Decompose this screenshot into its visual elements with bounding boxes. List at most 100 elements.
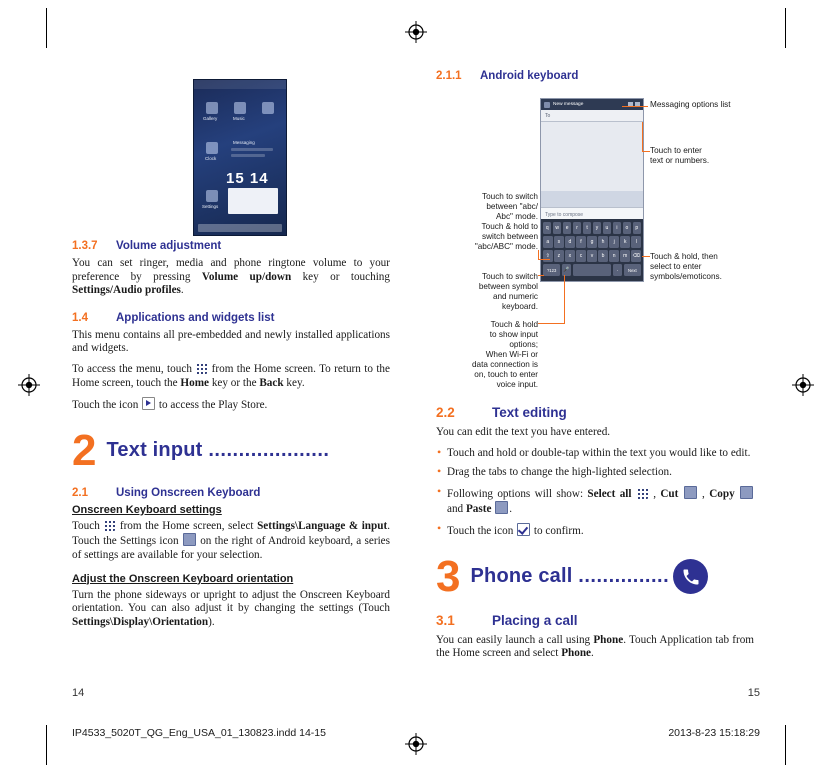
- chapter-title: Text input ....................: [106, 439, 330, 462]
- leader-symbol-numeric: [538, 275, 544, 276]
- heading-number: 2.2: [436, 405, 455, 420]
- play-store-icon: [142, 397, 156, 411]
- bullet-item: Drag the tabs to change the high-lighted…: [436, 465, 754, 480]
- key[interactable]: f: [576, 236, 586, 248]
- leader-enter-text: [642, 151, 650, 152]
- left-column: 1.3.7 Volume adjustment You can set ring…: [72, 70, 390, 636]
- phone-handset-icon: [673, 559, 709, 595]
- mock-to-field[interactable]: To: [541, 110, 643, 122]
- crop-mark-top-right: [785, 8, 786, 48]
- leader-input-options-v: [564, 275, 565, 324]
- bullet-prefix: Following options will show:: [447, 487, 588, 500]
- key[interactable]: x: [565, 250, 575, 262]
- footer-filename: IP4533_5020T_QG_Eng_USA_01_130823.indd 1…: [72, 727, 326, 739]
- subhead-keyboard-orientation: Adjust the Onscreen Keyboard orientation: [72, 572, 294, 585]
- mock-to-label: To: [545, 113, 551, 119]
- chapter-3-heading: 3 Phone call ...............: [436, 551, 754, 601]
- heading-2-1-1: 2.1.1 Android keyboard: [436, 70, 754, 82]
- bullet-conj: and: [447, 503, 466, 516]
- heading-number: 3.1: [436, 612, 455, 628]
- chapter-number: 2: [72, 425, 97, 475]
- leader-enter-text-v: [642, 122, 643, 152]
- app-drawer-icon: [196, 362, 208, 374]
- mock-compose-placeholder: Type to compose: [545, 212, 584, 218]
- mock-keyboard: q w e r t y u i o p a s d f g h j k l ⇧ …: [541, 219, 643, 281]
- chapter-title: Phone call ...............: [470, 565, 670, 588]
- anno-enter-text: Touch to enter text or numbers.: [650, 146, 710, 165]
- key[interactable]: w: [552, 222, 562, 234]
- crop-mark-top-left: [46, 8, 47, 48]
- key[interactable]: i: [612, 222, 622, 234]
- option-cut: Cut: [660, 487, 679, 500]
- anno-input-options: Touch & hold to show input options; When…: [472, 320, 538, 389]
- key[interactable]: v: [587, 250, 597, 262]
- key[interactable]: j: [609, 236, 619, 248]
- symbols-key[interactable]: ?123: [543, 264, 561, 276]
- heading-2-2: 2.2 Text editing: [436, 405, 754, 420]
- leader-input-options: [538, 323, 564, 324]
- space-key[interactable]: [572, 264, 612, 276]
- key[interactable]: l: [631, 236, 642, 248]
- heading-text: Using Onscreen Keyboard: [116, 486, 261, 499]
- right-column: 2.1.1 Android keyboard New message To Ty…: [436, 70, 754, 668]
- shift-key[interactable]: ⇧: [542, 250, 553, 262]
- heading-1-4: 1.4 Applications and widgets list: [72, 312, 390, 324]
- anno-symbol-numeric: Touch to switch between symbol and numer…: [478, 272, 538, 311]
- keyboard-row-2: a s d f g h j k l: [542, 236, 642, 248]
- keyboard-row-3: ⇧ z x c v b n m ⌫: [542, 250, 642, 262]
- leader-abc-mode-v: [538, 250, 539, 260]
- chapter-dots: ....................: [208, 439, 330, 462]
- heading-2-1: 2.1 Using Onscreen Keyboard: [72, 487, 390, 499]
- key[interactable]: m: [620, 250, 630, 262]
- heading-text: Volume adjustment: [116, 240, 222, 252]
- mock-message-body: [541, 122, 643, 191]
- registration-mark-top: [405, 21, 427, 43]
- settings-icon: [182, 533, 196, 547]
- text-editing-bullets: Touch and hold or double-tap within the …: [436, 446, 754, 539]
- option-copy: Copy: [709, 487, 735, 500]
- heading-text: Text editing: [492, 405, 567, 420]
- heading-number: 2.1.1: [436, 70, 462, 82]
- key[interactable]: b: [598, 250, 608, 262]
- key[interactable]: g: [587, 236, 597, 248]
- heading-text: Placing a call: [492, 612, 578, 628]
- key[interactable]: u: [602, 222, 612, 234]
- key[interactable]: o: [622, 222, 632, 234]
- key[interactable]: p: [632, 222, 642, 234]
- key[interactable]: t: [582, 222, 592, 234]
- key[interactable]: q: [542, 222, 552, 234]
- mock-status-bar: New message: [541, 99, 643, 110]
- period-key[interactable]: .: [612, 264, 623, 276]
- key[interactable]: r: [572, 222, 582, 234]
- key[interactable]: n: [609, 250, 619, 262]
- heading-text: Android keyboard: [480, 70, 579, 82]
- option-paste: Paste: [465, 503, 492, 516]
- next-key[interactable]: Next: [623, 264, 641, 276]
- paste-icon: [495, 501, 509, 515]
- key[interactable]: c: [576, 250, 586, 262]
- key[interactable]: h: [598, 236, 608, 248]
- bullet-item: Touch and hold or double-tap within the …: [436, 446, 754, 461]
- key[interactable]: d: [565, 236, 575, 248]
- backspace-key[interactable]: ⌫: [631, 250, 642, 262]
- heading-number: 1.4: [72, 311, 88, 324]
- confirm-check-icon: [517, 522, 531, 536]
- para-keyboard-settings: Touch from the Home screen, select Setti…: [72, 519, 390, 561]
- cut-icon: [683, 485, 697, 499]
- phone-mockup: New message To Type to compose q w e r t…: [540, 98, 644, 282]
- key[interactable]: z: [554, 250, 564, 262]
- key[interactable]: y: [592, 222, 602, 234]
- key[interactable]: e: [562, 222, 572, 234]
- bullet-item-confirm: Touch the icon to confirm.: [436, 522, 754, 539]
- chapter-dots: ...............: [578, 565, 670, 588]
- crop-mark-bottom-right: [785, 725, 786, 765]
- key[interactable]: a: [542, 236, 553, 248]
- key[interactable]: k: [620, 236, 630, 248]
- key[interactable]: s: [554, 236, 564, 248]
- bullet-item-options: Following options will show: Select all …: [436, 485, 754, 517]
- mock-status-title: New message: [553, 102, 584, 107]
- para-apps-widgets-2: To access the menu, touch from the Home …: [72, 362, 390, 389]
- chapter-2-heading: 2 Text input ....................: [72, 425, 390, 475]
- para-play-store: Touch the icon to access the Play Store.: [72, 397, 268, 412]
- chapter-number: 3: [436, 551, 461, 601]
